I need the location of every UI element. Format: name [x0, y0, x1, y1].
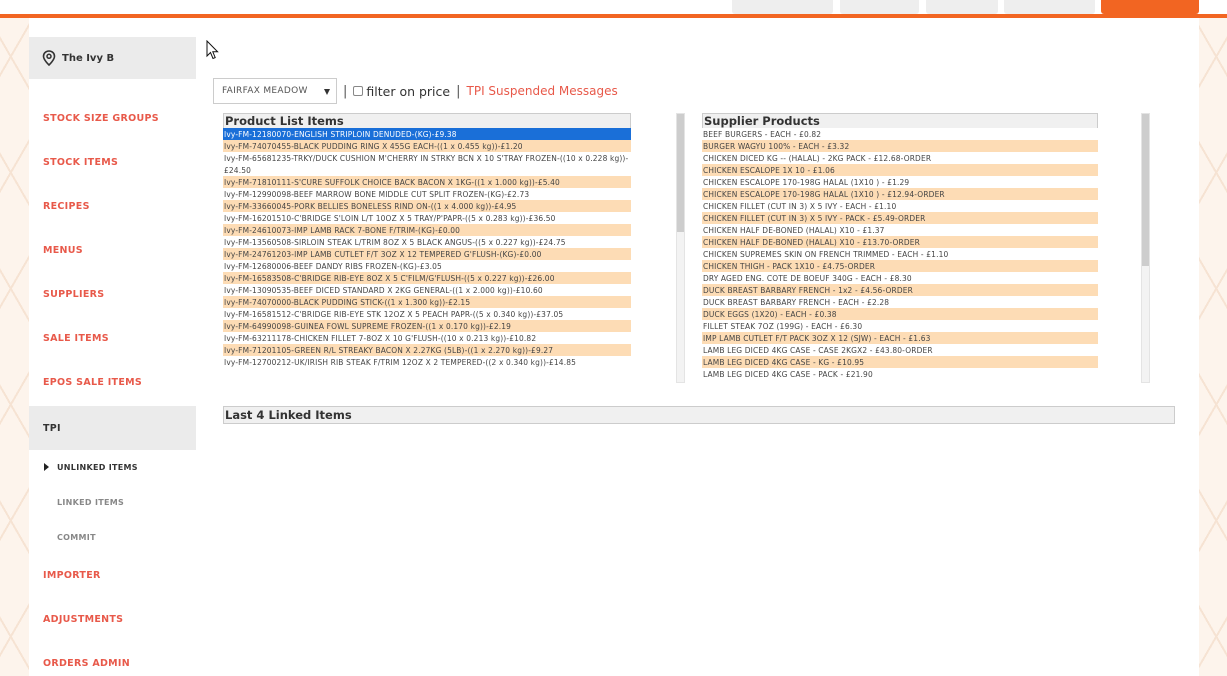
- list-item[interactable]: Ivy-FM-65681235-TRKY/DUCK CUSHION M'CHER…: [223, 152, 631, 176]
- product-list-title: Product List Items: [223, 113, 631, 128]
- top-tab-4[interactable]: [1004, 0, 1095, 14]
- list-item[interactable]: CHICKEN ESCALOPE 170-198G HALAL (1X10 ) …: [702, 176, 1098, 188]
- list-item[interactable]: Ivy-FM-13560508-SIRLOIN STEAK L/TRIM 8OZ…: [223, 236, 631, 248]
- list-item[interactable]: Ivy-FM-12680006-BEEF DANDY RIBS FROZEN-(…: [223, 260, 631, 272]
- list-item[interactable]: Ivy-FM-63211178-CHICKEN FILLET 7-8OZ X 1…: [223, 332, 631, 344]
- list-item[interactable]: CHICKEN ESCALOPE 170-198G HALAL (1X10 ) …: [702, 188, 1098, 200]
- sidebar-item-suppliers[interactable]: SUPPLIERS: [29, 272, 196, 316]
- accent-line: [0, 14, 1227, 18]
- filter-on-price-label: filter on price: [366, 83, 451, 99]
- main-content: FAIRFAX MEADOW | filter on price | TPI S…: [196, 18, 1199, 676]
- scrollbar-thumb[interactable]: [677, 114, 684, 232]
- supplier-list-scrollbar[interactable]: [1141, 113, 1150, 383]
- list-item[interactable]: CHICKEN HALF DE-BONED (HALAL) X10 - £1.3…: [702, 224, 1098, 236]
- filter-on-price-checkbox[interactable]: [353, 86, 364, 96]
- list-item[interactable]: DRY AGED ENG. COTE DE BOEUF 340G - EACH …: [702, 272, 1098, 284]
- supplier-products-rows: BEEF BURGERS - EACH - £0.82 BURGER WAGYU …: [702, 128, 1098, 380]
- list-item[interactable]: CHICKEN FILLET (CUT IN 3) X 5 IVY - PACK…: [702, 212, 1098, 224]
- list-item[interactable]: DUCK BREAST BARBARY FRENCH - 1x2 - £4.56…: [702, 284, 1098, 296]
- list-item[interactable]: Ivy-FM-71810111-S'CURE SUFFOLK CHOICE BA…: [223, 176, 631, 188]
- list-item[interactable]: Ivy-FM-71201105-GREEN R/L STREAKY BACON …: [223, 344, 631, 356]
- list-item[interactable]: CHICKEN DICED KG -- (HALAL) - 2KG PACK -…: [702, 152, 1098, 164]
- product-list-rows: Ivy-FM-12180070-ENGLISH STRIPLOIN DENUDE…: [223, 128, 631, 380]
- sidebar-subitem-commit[interactable]: COMMIT: [29, 522, 196, 552]
- list-item[interactable]: LAMB LEG DICED 4KG CASE - PACK - £21.90: [702, 368, 1098, 380]
- sidebar-item-adjustments[interactable]: ADJUSTMENTS: [29, 597, 196, 641]
- location-selector[interactable]: The Ivy B: [29, 37, 196, 79]
- scrollbar-thumb[interactable]: [1142, 114, 1149, 266]
- list-item[interactable]: Ivy-FM-16581512-C'BRIDGE RIB-EYE STK 12O…: [223, 308, 631, 320]
- supplier-products-box[interactable]: Supplier Products BEEF BURGERS - EACH - …: [702, 113, 1098, 383]
- supplier-select[interactable]: FAIRFAX MEADOW: [213, 78, 337, 104]
- sidebar-item-recipes[interactable]: RECIPES: [29, 184, 196, 228]
- sidebar-subitem-linked-items[interactable]: LINKED ITEMS: [29, 487, 196, 517]
- list-item[interactable]: Ivy-FM-74070000-BLACK PUDDING STICK-((1 …: [223, 296, 631, 308]
- top-tab-active[interactable]: [1101, 0, 1199, 14]
- list-item[interactable]: DUCK BREAST BARBARY FRENCH - EACH - £2.2…: [702, 296, 1098, 308]
- list-item[interactable]: Ivy-FM-24761203-IMP LAMB CUTLET F/T 3OZ …: [223, 248, 631, 260]
- sidebar-item-tpi[interactable]: TPI: [29, 406, 196, 450]
- caret-right-icon: [44, 463, 49, 471]
- list-item[interactable]: Ivy-FM-12180070-ENGLISH STRIPLOIN DENUDE…: [223, 128, 631, 140]
- toolbar: FAIRFAX MEADOW | filter on price | TPI S…: [213, 78, 618, 104]
- sidebar-item-orders-admin[interactable]: ORDERS ADMIN: [29, 641, 196, 676]
- list-item[interactable]: Ivy-FM-16201510-C'BRIDGE S'LOIN L/T 10OZ…: [223, 212, 631, 224]
- top-tab-1[interactable]: [732, 0, 833, 14]
- sidebar-subitem-unlinked-items[interactable]: UNLINKED ITEMS: [29, 452, 196, 482]
- list-item[interactable]: Ivy-FM-64990098-GUINEA FOWL SUPREME FROZ…: [223, 320, 631, 332]
- list-item[interactable]: LAMB LEG DICED 4KG CASE - CASE 2KGX2 - £…: [702, 344, 1098, 356]
- sidebar-item-sale-items[interactable]: SALE ITEMS: [29, 316, 196, 360]
- list-item[interactable]: Ivy-FM-13090535-BEEF DICED STANDARD X 2K…: [223, 284, 631, 296]
- list-item[interactable]: CHICKEN THIGH - PACK 1X10 - £4.75-ORDER: [702, 260, 1098, 272]
- top-tab-2[interactable]: [840, 0, 919, 14]
- separator: |: [456, 83, 461, 99]
- product-list-box[interactable]: Product List Items Ivy-FM-12180070-ENGLI…: [223, 113, 631, 383]
- sidebar-item-importer[interactable]: IMPORTER: [29, 553, 196, 597]
- list-item[interactable]: BEEF BURGERS - EACH - £0.82: [702, 128, 1098, 140]
- location-name: The Ivy B: [62, 52, 115, 64]
- supplier-products-title: Supplier Products: [702, 113, 1098, 128]
- sidebar-subitem-label: COMMIT: [57, 532, 96, 542]
- list-item[interactable]: CHICKEN SUPREMES SKIN ON FRENCH TRIMMED …: [702, 248, 1098, 260]
- sidebar-item-stock-size-groups[interactable]: STOCK SIZE GROUPS: [29, 96, 196, 140]
- list-item[interactable]: LAMB LEG DICED 4KG CASE - KG - £10.95: [702, 356, 1098, 368]
- list-item[interactable]: CHICKEN ESCALOPE 1X 10 - £1.06: [702, 164, 1098, 176]
- list-item[interactable]: Ivy-FM-16583508-C'BRIDGE RIB-EYE 8OZ X 5…: [223, 272, 631, 284]
- list-item[interactable]: DUCK EGGS (1X20) - EACH - £0.38: [702, 308, 1098, 320]
- sidebar-item-menus[interactable]: MENUS: [29, 228, 196, 272]
- sidebar-subitem-label: LINKED ITEMS: [57, 497, 125, 507]
- list-item[interactable]: BURGER WAGYU 100% - EACH - £3.32: [702, 140, 1098, 152]
- sidebar: The Ivy B STOCK SIZE GROUPS STOCK ITEMS …: [29, 37, 196, 676]
- separator: |: [343, 83, 348, 99]
- sidebar-item-epos-sale-items[interactable]: EPOS SALE ITEMS: [29, 360, 196, 404]
- supplier-select-value: FAIRFAX MEADOW: [222, 86, 308, 96]
- list-item[interactable]: Ivy-FM-12990098-BEEF MARROW BONE MIDDLE …: [223, 188, 631, 200]
- list-item[interactable]: IMP LAMB CUTLET F/T PACK 3OZ X 12 (SJW) …: [702, 332, 1098, 344]
- top-tab-3[interactable]: [926, 0, 998, 14]
- list-item[interactable]: Ivy-FM-33660045-PORK BELLIES BONELESS RI…: [223, 200, 631, 212]
- list-item[interactable]: CHICKEN HALF DE-BONED (HALAL) X10 - £13.…: [702, 236, 1098, 248]
- tpi-suspended-messages-link[interactable]: TPI Suspended Messages: [467, 84, 618, 98]
- list-item[interactable]: FILLET STEAK 7OZ (199G) - EACH - £6.30: [702, 320, 1098, 332]
- sidebar-item-stock-items[interactable]: STOCK ITEMS: [29, 140, 196, 184]
- mouse-cursor-icon: [206, 40, 219, 60]
- list-item[interactable]: Ivy-FM-24610073-IMP LAMB RACK 7-BONE F/T…: [223, 224, 631, 236]
- location-pin-icon: [42, 50, 56, 66]
- dropdown-arrow-icon: [324, 89, 330, 95]
- list-item[interactable]: CHICKEN FILLET (CUT IN 3) X 5 IVY - EACH…: [702, 200, 1098, 212]
- list-item[interactable]: Ivy-FM-74070455-BLACK PUDDING RING X 455…: [223, 140, 631, 152]
- last-linked-items-header: Last 4 Linked Items: [223, 406, 1175, 424]
- product-list-scrollbar[interactable]: [676, 113, 685, 383]
- sidebar-subitem-label: UNLINKED ITEMS: [57, 462, 138, 472]
- list-item[interactable]: Ivy-FM-12700212-UK/IRISH RIB STEAK F/TRI…: [223, 356, 631, 380]
